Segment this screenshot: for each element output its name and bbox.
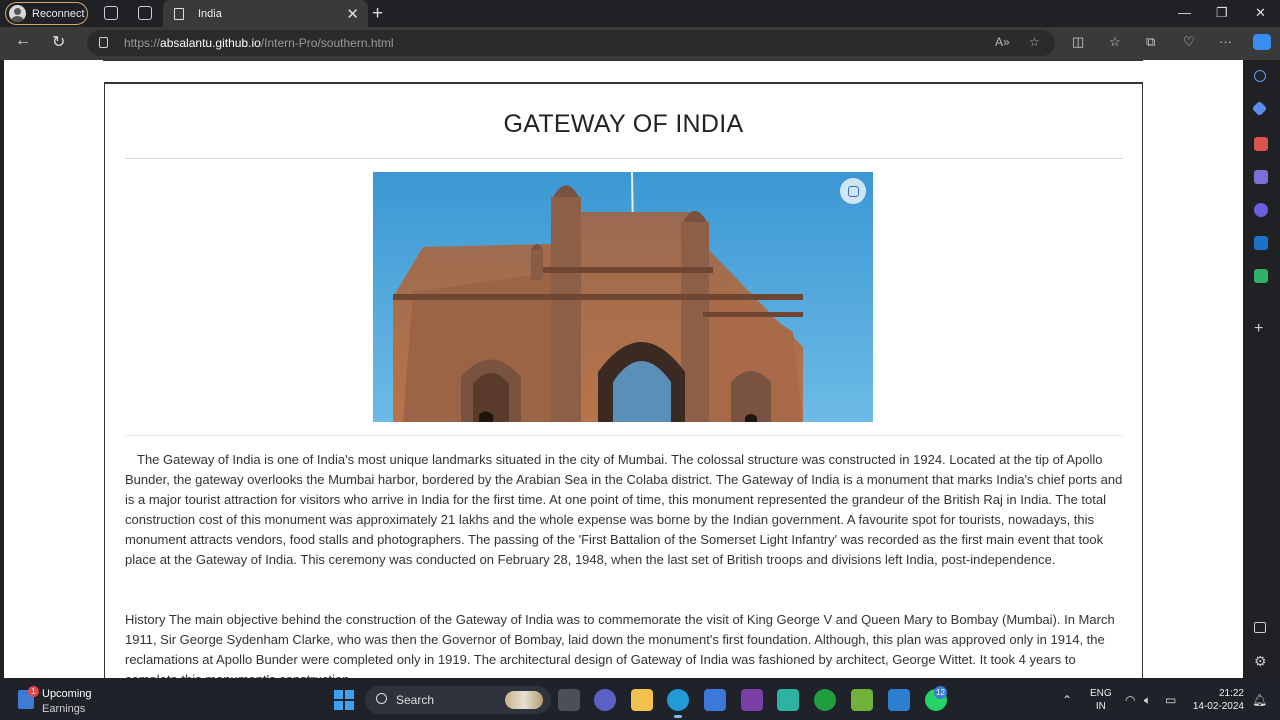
wifi-icon[interactable]: ◠ bbox=[1125, 693, 1135, 707]
date-text: 14-02-2024 bbox=[1192, 701, 1244, 712]
address-bar[interactable]: https://absalantu.github.io/Intern-Pro/s… bbox=[87, 30, 1055, 56]
favorite-star-icon[interactable]: ☆ bbox=[1029, 35, 1040, 49]
microsoft-store-icon[interactable] bbox=[704, 689, 726, 711]
browser-title-bar: Reconnect India ✕ + — ❐ ✕ bbox=[0, 0, 1280, 27]
search-icon[interactable] bbox=[1254, 70, 1266, 82]
lang-line-1: ENG bbox=[1090, 688, 1112, 699]
search-icon bbox=[376, 693, 387, 704]
page-title: GATEWAY OF INDIA bbox=[503, 110, 744, 138]
shopping-tag-icon[interactable] bbox=[1251, 100, 1268, 117]
settings-gear-icon[interactable]: ⚙ bbox=[1254, 654, 1268, 668]
collections-icon[interactable]: ⧉ bbox=[1146, 34, 1155, 50]
taskbar-search[interactable]: Search bbox=[365, 686, 551, 714]
visual-search-button[interactable] bbox=[840, 178, 866, 204]
language-indicator[interactable]: ENG IN bbox=[1090, 687, 1112, 713]
more-menu-icon[interactable]: ··· bbox=[1219, 34, 1232, 49]
close-window-icon[interactable]: ✕ bbox=[1255, 5, 1266, 21]
tools-icon[interactable] bbox=[1254, 137, 1268, 151]
drop-icon[interactable] bbox=[1254, 269, 1268, 283]
visual-search-icon bbox=[847, 185, 859, 197]
tab-india[interactable]: India ✕ bbox=[163, 0, 368, 27]
minimize-icon[interactable]: — bbox=[1178, 5, 1191, 20]
play-store-icon[interactable] bbox=[777, 689, 799, 711]
task-view-icon[interactable] bbox=[558, 689, 580, 711]
favorites-icon[interactable]: ☆ bbox=[1109, 34, 1121, 50]
workspaces-icon[interactable] bbox=[104, 6, 118, 20]
widget-title: Upcoming bbox=[42, 688, 92, 700]
close-tab-icon[interactable]: ✕ bbox=[346, 5, 359, 23]
chevron-up-icon[interactable]: ⌃ bbox=[1062, 693, 1072, 707]
lock-icon bbox=[99, 37, 108, 48]
title-divider bbox=[125, 158, 1123, 159]
notifications-bell-icon[interactable]: 🔔︎ bbox=[1252, 693, 1267, 707]
refresh-icon[interactable]: ↻ bbox=[52, 32, 65, 52]
start-button[interactable] bbox=[334, 690, 354, 710]
lang-line-2: IN bbox=[1095, 701, 1106, 712]
gateway-illustration bbox=[373, 172, 873, 422]
add-sidebar-app-icon[interactable]: + bbox=[1254, 321, 1268, 337]
new-tab-icon[interactable]: + bbox=[372, 3, 383, 25]
outlook-icon[interactable] bbox=[1254, 236, 1268, 250]
windows-taskbar: 1 Upcoming Earnings Search 12 ⌃ ENG IN ◠… bbox=[0, 680, 1280, 720]
volume-icon[interactable]: 🔈︎ bbox=[1144, 693, 1151, 708]
xbox-icon[interactable] bbox=[814, 689, 836, 711]
tab-actions-icon[interactable] bbox=[138, 6, 152, 20]
profile-avatar-icon bbox=[9, 5, 26, 22]
time-text: 21:22 bbox=[1218, 688, 1244, 699]
file-explorer-icon[interactable] bbox=[631, 689, 653, 711]
maximize-icon[interactable]: ❐ bbox=[1216, 5, 1228, 21]
web-page: GATEWAY OF INDIA The Gateway of India is… bbox=[4, 60, 1243, 678]
address-toolbar: ← ↻ https://absalantu.github.io/Intern-P… bbox=[0, 27, 1280, 60]
chat-icon[interactable] bbox=[594, 689, 616, 711]
history-paragraph: History The main objective behind the co… bbox=[125, 612, 1115, 678]
games-icon[interactable] bbox=[1254, 170, 1268, 184]
reconnect-label: Reconnect bbox=[32, 7, 85, 20]
sidebar-toggle-icon[interactable] bbox=[1254, 622, 1266, 633]
url-text: https://absalantu.github.io/Intern-Pro/s… bbox=[124, 36, 394, 50]
read-aloud-icon[interactable]: A» bbox=[995, 35, 1010, 49]
search-highlight-image bbox=[505, 691, 543, 709]
content-card: GATEWAY OF INDIA The Gateway of India is… bbox=[104, 82, 1143, 678]
microsoft-365-icon[interactable] bbox=[1254, 203, 1268, 217]
widget-subtitle: Earnings bbox=[42, 703, 86, 715]
split-screen-icon[interactable]: ◫ bbox=[1072, 34, 1084, 50]
edge-browser-icon[interactable] bbox=[667, 689, 689, 718]
whatsapp-badge: 12 bbox=[934, 686, 947, 699]
browser-essentials-icon[interactable]: ♡ bbox=[1183, 34, 1195, 50]
camera-app-icon[interactable] bbox=[741, 689, 763, 711]
notification-badge: 1 bbox=[28, 686, 39, 697]
page-icon bbox=[174, 7, 184, 20]
back-icon[interactable]: ← bbox=[15, 32, 31, 50]
utorrent-icon[interactable] bbox=[851, 689, 873, 711]
image-divider bbox=[125, 435, 1123, 436]
battery-icon[interactable]: ▭ bbox=[1165, 693, 1176, 707]
edge-sidebar: + ⚙ bbox=[1243, 60, 1280, 680]
reconnect-button[interactable]: Reconnect bbox=[5, 2, 88, 25]
clock[interactable]: 21:22 14-02-2024 bbox=[1187, 687, 1244, 713]
tab-title: India bbox=[198, 7, 222, 20]
top-divider bbox=[103, 60, 1143, 61]
search-placeholder: Search bbox=[396, 693, 435, 707]
gateway-of-india-image bbox=[373, 172, 873, 422]
intro-paragraph: The Gateway of India is one of India's m… bbox=[125, 452, 1123, 567]
copilot-icon[interactable] bbox=[1253, 34, 1271, 50]
vscode-icon[interactable] bbox=[888, 689, 910, 711]
